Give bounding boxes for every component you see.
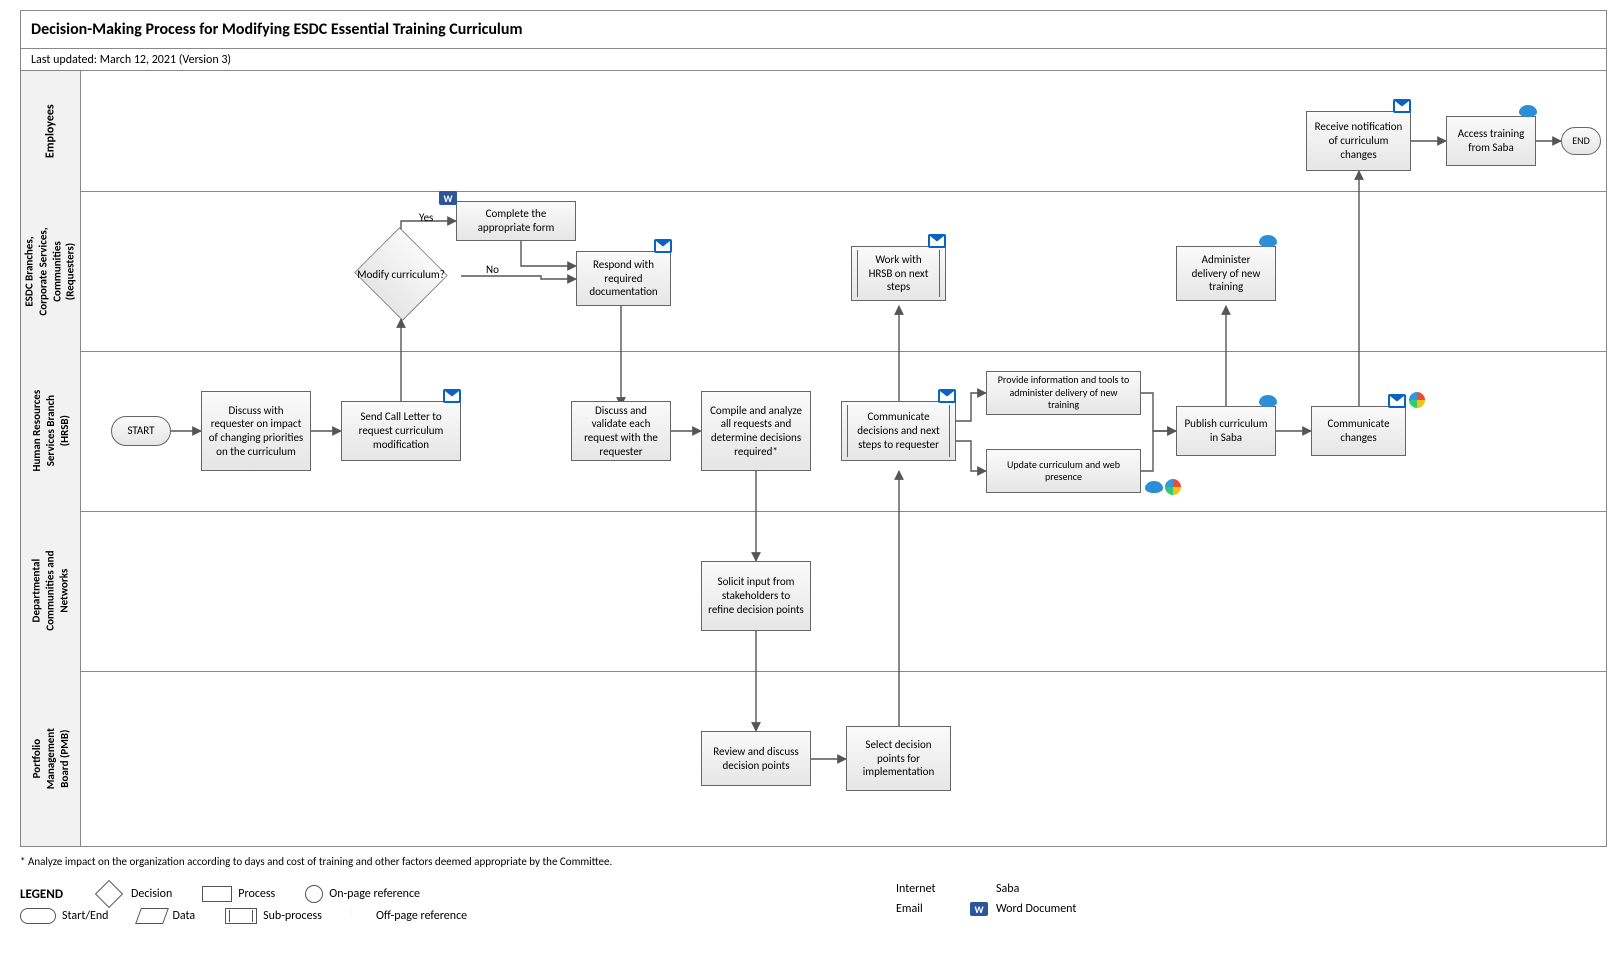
saba-icon	[1259, 235, 1277, 247]
last-updated-text: Last updated: March 12, 2021 (Version 3)	[31, 53, 231, 67]
swimlane-area: Employees ESDC Branches, Corporate Servi…	[21, 71, 1606, 846]
internet-icon	[1409, 392, 1425, 408]
process-respond-docs: Respond with required documentation	[576, 251, 671, 306]
subprocess-work-with-hrsb: Work with HRSB on next steps	[851, 246, 946, 301]
email-icon	[443, 389, 461, 403]
process-communicate-changes: Communicate changes	[1311, 406, 1406, 456]
edge-label-yes: Yes	[419, 211, 433, 224]
process-access-saba: Access training from Saba	[1446, 116, 1536, 166]
start-terminator: START	[111, 416, 171, 446]
legend-data-icon	[136, 908, 170, 924]
edge-label-no: No	[486, 263, 499, 276]
legend-startend-icon	[20, 908, 56, 924]
legend-process-icon	[202, 886, 232, 902]
lane-label-pmb: Portfolio Management Board (PMB)	[21, 671, 81, 846]
lane-label-requesters: ESDC Branches, Corporate Services, Commu…	[21, 191, 81, 351]
lane-divider	[81, 511, 1606, 512]
legend-app-icons: Internet Email	[870, 882, 936, 922]
internet-icon	[1165, 479, 1181, 495]
process-solicit-input: Solicit input from stakeholders to refin…	[701, 561, 811, 631]
legend-decision-icon	[95, 880, 123, 908]
process-publish-saba: Publish curriculum in Saba	[1176, 406, 1276, 456]
process-administer-delivery: Administer delivery of new training	[1176, 246, 1276, 301]
process-complete-form: Complete the appropriate form	[456, 201, 576, 241]
process-update-web: Update curriculum and web presence	[986, 449, 1141, 493]
lane-label-employees: Employees	[21, 71, 81, 191]
legend-offpage-icon	[352, 908, 370, 924]
email-icon	[1393, 99, 1411, 113]
email-icon	[1388, 394, 1406, 408]
saba-icon	[1145, 481, 1163, 493]
email-icon	[938, 389, 956, 403]
legend: LEGEND Decision Process On-page referenc…	[20, 880, 1605, 924]
decision-modify-curriculum: Modify curriculum?	[353, 229, 449, 319]
process-discuss-validate: Discuss and validate each request with t…	[571, 401, 671, 461]
end-terminator: END	[1561, 127, 1601, 155]
lane-divider	[81, 351, 1606, 352]
lane-divider	[81, 671, 1606, 672]
process-receive-notification: Receive notification of curriculum chang…	[1306, 111, 1411, 171]
saba-icon	[1259, 395, 1277, 407]
process-review-decision-points: Review and discuss decision points	[701, 731, 811, 786]
process-discuss-impact: Discuss with requester on impact of chan…	[201, 391, 311, 471]
legend-onpage-icon	[305, 885, 323, 903]
email-icon	[928, 234, 946, 248]
diagram-frame: Decision-Making Process for Modifying ES…	[20, 10, 1607, 847]
subprocess-communicate-decisions: Communicate decisions and next steps to …	[841, 401, 956, 461]
page-title: Decision-Making Process for Modifying ES…	[31, 20, 522, 39]
lane-divider	[81, 191, 1606, 192]
legend-app-icons-2: Saba Word Document	[970, 882, 1076, 922]
word-icon	[439, 191, 457, 205]
footnote-text: * Analyze impact on the organization acc…	[20, 855, 612, 868]
saba-icon	[1519, 105, 1537, 117]
lane-label-hrsb: Human Resources Services Branch (HRSB)	[21, 351, 81, 511]
email-icon	[654, 239, 672, 253]
process-provide-info: Provide information and tools to adminis…	[986, 371, 1141, 415]
word-icon	[970, 902, 988, 916]
legend-subprocess-icon	[225, 908, 257, 924]
process-send-call-letter: Send Call Letter to request curriculum m…	[341, 401, 461, 461]
process-compile-analyze: Compile and analyze all requests and det…	[701, 391, 811, 471]
legend-title: LEGEND	[20, 887, 63, 902]
lane-label-dcn: Departmental Communities and Networks	[21, 511, 81, 671]
process-select-decision-points: Select decision points for implementatio…	[846, 726, 951, 791]
